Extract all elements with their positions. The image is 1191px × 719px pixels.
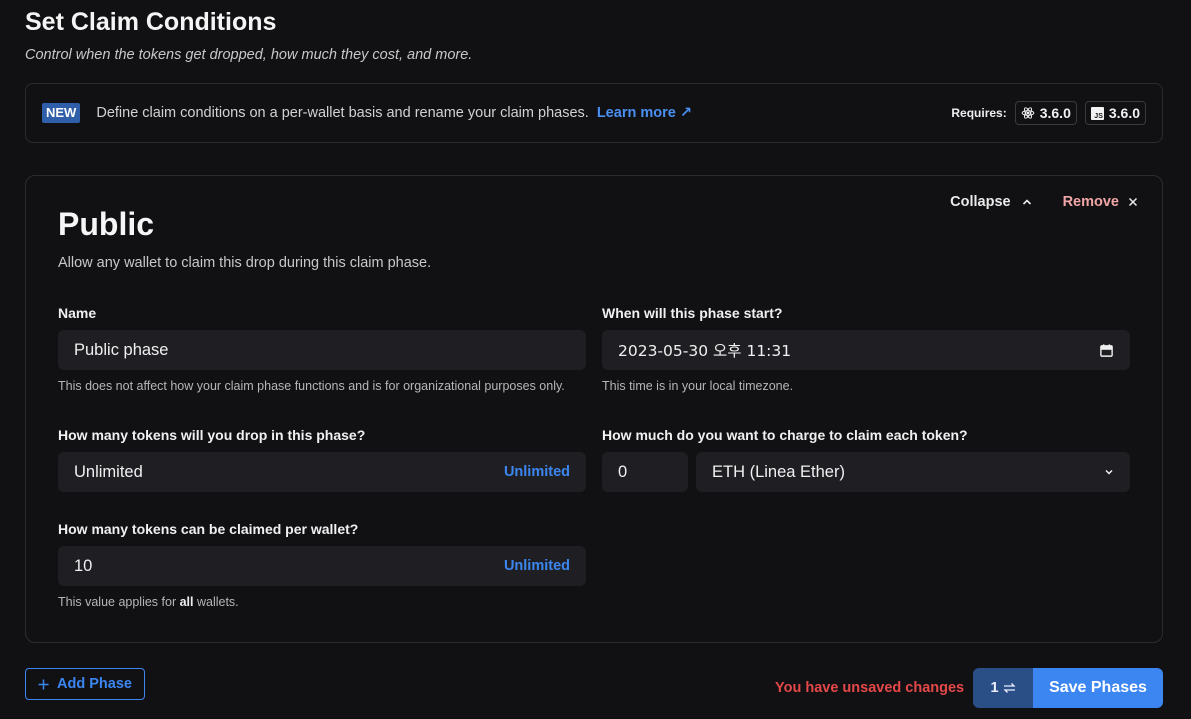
react-version-badge: 3.6.0 (1014, 101, 1077, 125)
name-value: Public phase (74, 340, 169, 359)
add-phase-button[interactable]: Add Phase (25, 668, 145, 700)
remove-label: Remove (1062, 194, 1119, 210)
drop-value: Unlimited (74, 462, 143, 481)
phase-description: Allow any wallet to claim this drop duri… (58, 255, 432, 271)
add-phase-label: Add Phase (57, 676, 132, 692)
per-wallet-value: 10 (74, 556, 93, 575)
name-field: Name Public phase This does not affect h… (58, 305, 586, 393)
start-label: When will this phase start? (602, 305, 783, 321)
changes-count-button[interactable]: 1 (973, 668, 1033, 708)
plus-icon (38, 679, 49, 689)
js-version: 3.6.0 (1108, 105, 1140, 121)
changes-count: 1 (990, 680, 999, 696)
drop-label: How many tokens will you drop in this ph… (58, 427, 366, 443)
drop-field: How many tokens will you drop in this ph… (58, 427, 586, 492)
per-wallet-field: How many tokens can be claimed per walle… (58, 521, 586, 609)
price-input[interactable]: 0 (602, 452, 688, 492)
new-badge: NEW (42, 103, 81, 123)
learn-more-link[interactable]: Learn more ↗ (597, 105, 692, 121)
js-icon: JS (1090, 106, 1104, 120)
remove-button[interactable]: Remove (1063, 194, 1138, 210)
collapse-label: Collapse (950, 194, 1011, 210)
name-input[interactable]: Public phase (58, 330, 586, 370)
per-wallet-helper-bold: all (179, 595, 194, 609)
currency-value: ETH (Linea Ether) (712, 462, 845, 481)
price-row: 0 ETH (Linea Ether) (602, 445, 1130, 492)
react-version: 3.6.0 (1039, 105, 1071, 121)
info-banner: NEW Define claim conditions on a per-wal… (25, 83, 1163, 143)
price-field: How much do you want to charge to claim … (602, 427, 1130, 492)
page-title: Set Claim Conditions (25, 8, 277, 36)
unsaved-changes-text: You have unsaved changes (775, 680, 965, 696)
save-group: 1 Save Phases (973, 668, 1163, 708)
drop-input[interactable]: Unlimited Unlimited (58, 452, 586, 492)
page-subtitle: Control when the tokens get dropped, how… (25, 47, 473, 63)
phase-title: Public (58, 206, 155, 242)
name-helper: This does not affect how your claim phas… (58, 379, 565, 393)
per-wallet-unlimited-button[interactable]: Unlimited (504, 558, 570, 574)
calendar-icon[interactable] (1099, 343, 1114, 358)
currency-select[interactable]: ETH (Linea Ether) (696, 452, 1130, 492)
phase-card: Collapse Remove Public Allow any wallet … (25, 175, 1163, 643)
swap-icon (1002, 683, 1016, 693)
save-phases-button[interactable]: Save Phases (1033, 668, 1163, 708)
start-datetime-input[interactable]: 2023-05-30 오후 11:31 (602, 330, 1130, 370)
per-wallet-helper: This value applies for all wallets. (58, 595, 586, 609)
js-version-badge: JS 3.6.0 (1084, 101, 1146, 125)
start-value: 2023-05-30 오후 11:31 (618, 342, 792, 360)
per-wallet-label: How many tokens can be claimed per walle… (58, 521, 359, 537)
chevron-up-icon (1022, 199, 1031, 205)
drop-unlimited-button[interactable]: Unlimited (504, 464, 570, 480)
requires-label: Requires: (951, 106, 1007, 120)
per-wallet-input[interactable]: 10 Unlimited (58, 546, 586, 586)
collapse-button[interactable]: Collapse (950, 194, 1032, 210)
per-wallet-helper-post: wallets. (193, 595, 239, 609)
price-value: 0 (618, 462, 628, 481)
start-helper: This time is in your local timezone. (602, 379, 794, 393)
banner-text-wrap: Define claim conditions on a per-wallet … (96, 105, 692, 121)
start-field: When will this phase start? 2023-05-30 오… (602, 305, 1130, 393)
chevron-down-icon (1105, 469, 1113, 475)
banner-text: Define claim conditions on a per-wallet … (96, 105, 589, 121)
close-icon (1128, 197, 1138, 207)
price-label: How much do you want to charge to claim … (602, 427, 968, 443)
name-label: Name (58, 305, 97, 321)
react-icon (1021, 107, 1035, 119)
requires-group: Requires: 3.6.0 JS 3.6.0 (951, 101, 1146, 125)
card-actions: Collapse Remove (950, 194, 1138, 210)
per-wallet-helper-pre: This value applies for (58, 595, 180, 609)
